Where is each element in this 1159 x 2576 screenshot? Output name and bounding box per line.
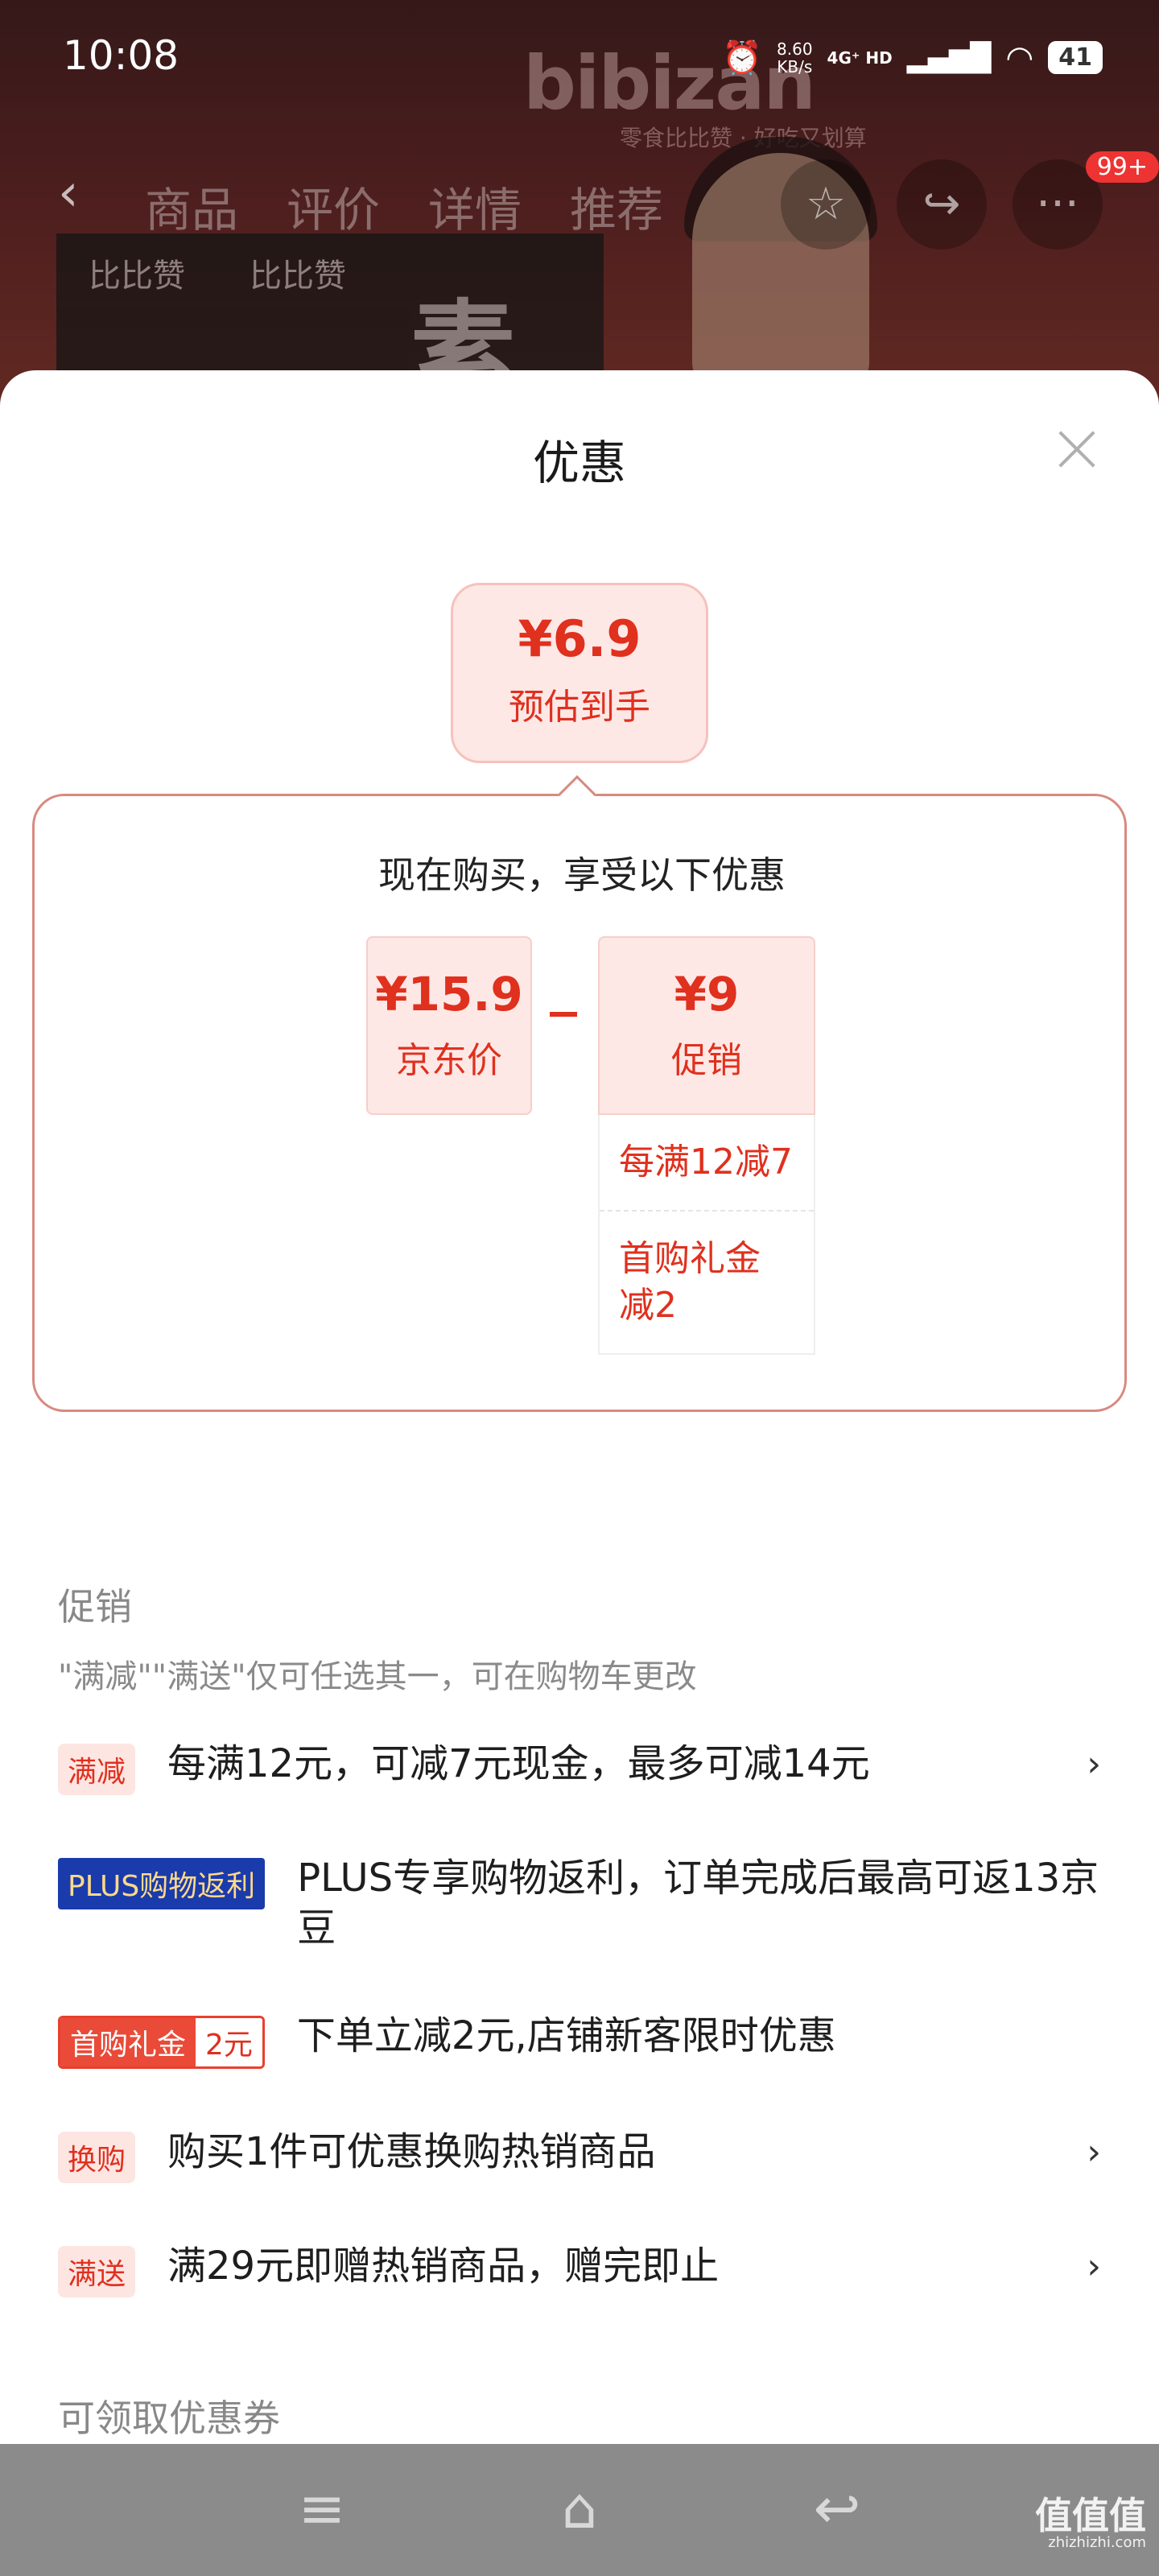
watermark-sub: zhizhizhi.com (1048, 2534, 1146, 2551)
back-nav-icon[interactable]: ↩ (805, 2476, 869, 2541)
promo-detail-item: 每满12减7 (619, 1141, 793, 1183)
product-tabs: 商品 评价 详情 推荐 (145, 172, 663, 240)
watermark: 值值值 zhizhizhi.com (1035, 2497, 1146, 2552)
first-purchase-tag-label: 首购礼金 (60, 2018, 196, 2066)
estimated-price-box: ¥6.9 预估到手 (451, 583, 708, 763)
jd-price-value: ¥15.9 (375, 967, 523, 1022)
price-breakdown-panel: 现在购买，享受以下优惠 ¥15.9 京东价 ¥9 促销 每满12减7 首购礼金减… (32, 794, 1127, 1412)
tab-details[interactable]: 详情 (428, 172, 522, 240)
sheet-title: 优惠 (532, 436, 626, 490)
promo-details: 每满12减7 首购礼金减2 (598, 1115, 815, 1355)
promotion-row-full-reduction[interactable]: 满减 每满12元，可减7元现金，最多可减14元 › (58, 1739, 1101, 1795)
product-top-nav: ‹ 商品 评价 详情 推荐 ☆ ↪ ··· 99+ (0, 151, 1159, 250)
promo-value: ¥9 (674, 967, 740, 1022)
discount-sheet: 优惠 ¥6.9 预估到手 现在购买，享受以下优惠 ¥15.9 京东价 ¥9 促销… (0, 370, 1159, 2444)
back-icon[interactable]: ‹ (58, 167, 106, 219)
chevron-right-icon: › (1087, 2132, 1101, 2173)
tab-reviews[interactable]: 评价 (287, 172, 380, 240)
breakdown-heading: 现在购买，享受以下优惠 (378, 853, 786, 897)
promo-label: 促销 (671, 1040, 742, 1081)
alarm-icon: ⏰ (722, 39, 763, 76)
promotion-row-plus-rebate: PLUS购物返利 PLUS专享购物返利，订单完成后最高可返13京豆 (58, 1853, 1101, 1953)
promo-detail-item: 首购礼金减2 (600, 1210, 814, 1353)
message-count-badge: 99+ (1085, 151, 1159, 183)
first-purchase-tag: 首购礼金 2元 (58, 2016, 265, 2069)
promotions-note: "满减""满送"仅可任选其一，可在购物车更改 (58, 1658, 697, 1695)
favorite-star-icon[interactable]: ☆ (781, 159, 871, 250)
status-bar: 10:08 ⏰ 8.60 KB/s 4G⁺ HD ▂▄▆█ ◠ 41 (0, 0, 1159, 121)
menu-icon[interactable]: ≡ (290, 2476, 354, 2541)
promo-tag: 满减 (58, 1744, 136, 1795)
promo-text: 每满12元，可减7元现金，最多可减14元 (167, 1741, 870, 1786)
plus-tag: PLUS购物返利 (58, 1858, 266, 1909)
estimated-price-label: 预估到手 (509, 687, 650, 728)
network-speed: 8.60 KB/s (777, 39, 813, 76)
jd-price-card: ¥15.9 京东价 (366, 936, 532, 1115)
promo-tag: 换购 (58, 2132, 136, 2183)
tab-recommend[interactable]: 推荐 (570, 172, 663, 240)
tab-product[interactable]: 商品 (145, 172, 238, 240)
promo-tag: 满送 (58, 2246, 136, 2297)
promo-text: 满29元即赠热销商品，赠完即止 (167, 2244, 720, 2289)
promotions-list: 满减 每满12元，可减7元现金，最多可减14元 › PLUS购物返利 PLUS专… (58, 1739, 1101, 2355)
jd-price-label: 京东价 (396, 1040, 502, 1081)
chevron-right-icon: › (1087, 2246, 1101, 2287)
wifi-icon: ◠ (1005, 39, 1034, 76)
promo-card: ¥9 促销 (598, 936, 815, 1115)
minus-sign-icon (550, 1012, 577, 1017)
battery-indicator: 41 (1048, 41, 1103, 74)
close-icon[interactable] (1053, 425, 1101, 473)
status-icons: ⏰ 8.60 KB/s 4G⁺ HD ▂▄▆█ ◠ 41 (722, 39, 1103, 76)
promotion-row-exchange[interactable]: 换购 购买1件可优惠换购热销商品 › (58, 2127, 1101, 2183)
estimated-price: ¥6.9 (518, 609, 641, 668)
promo-text: 购买1件可优惠换购热销商品 (167, 2129, 656, 2174)
promo-text: PLUS专享购物返利，订单完成后最高可返13京豆 (297, 1856, 1099, 1951)
home-icon[interactable]: ⌂ (547, 2476, 612, 2541)
promo-text: 下单立减2元,店铺新客限时优惠 (296, 2013, 836, 2058)
promotions-section-title: 促销 (58, 1585, 132, 1629)
system-nav-bar: ≡ ⌂ ↩ 值值值 zhizhizhi.com (0, 2444, 1159, 2576)
promotion-row-gift[interactable]: 满送 满29元即赠热销商品，赠完即止 › (58, 2241, 1101, 2297)
first-purchase-tag-amount: 2元 (196, 2018, 262, 2066)
coupons-section-title: 可领取优惠券 (58, 2396, 280, 2440)
signal-icon: ▂▄▆█ (906, 41, 992, 74)
share-icon[interactable]: ↪ (897, 159, 987, 250)
chevron-right-icon: › (1087, 1744, 1101, 1785)
watermark-main: 值值值 (1035, 2494, 1146, 2537)
network-type: 4G⁺ HD (827, 47, 893, 68)
promotion-row-first-purchase: 首购礼金 2元 下单立减2元,店铺新客限时优惠 (58, 2011, 1101, 2069)
status-time: 10:08 (63, 32, 179, 79)
